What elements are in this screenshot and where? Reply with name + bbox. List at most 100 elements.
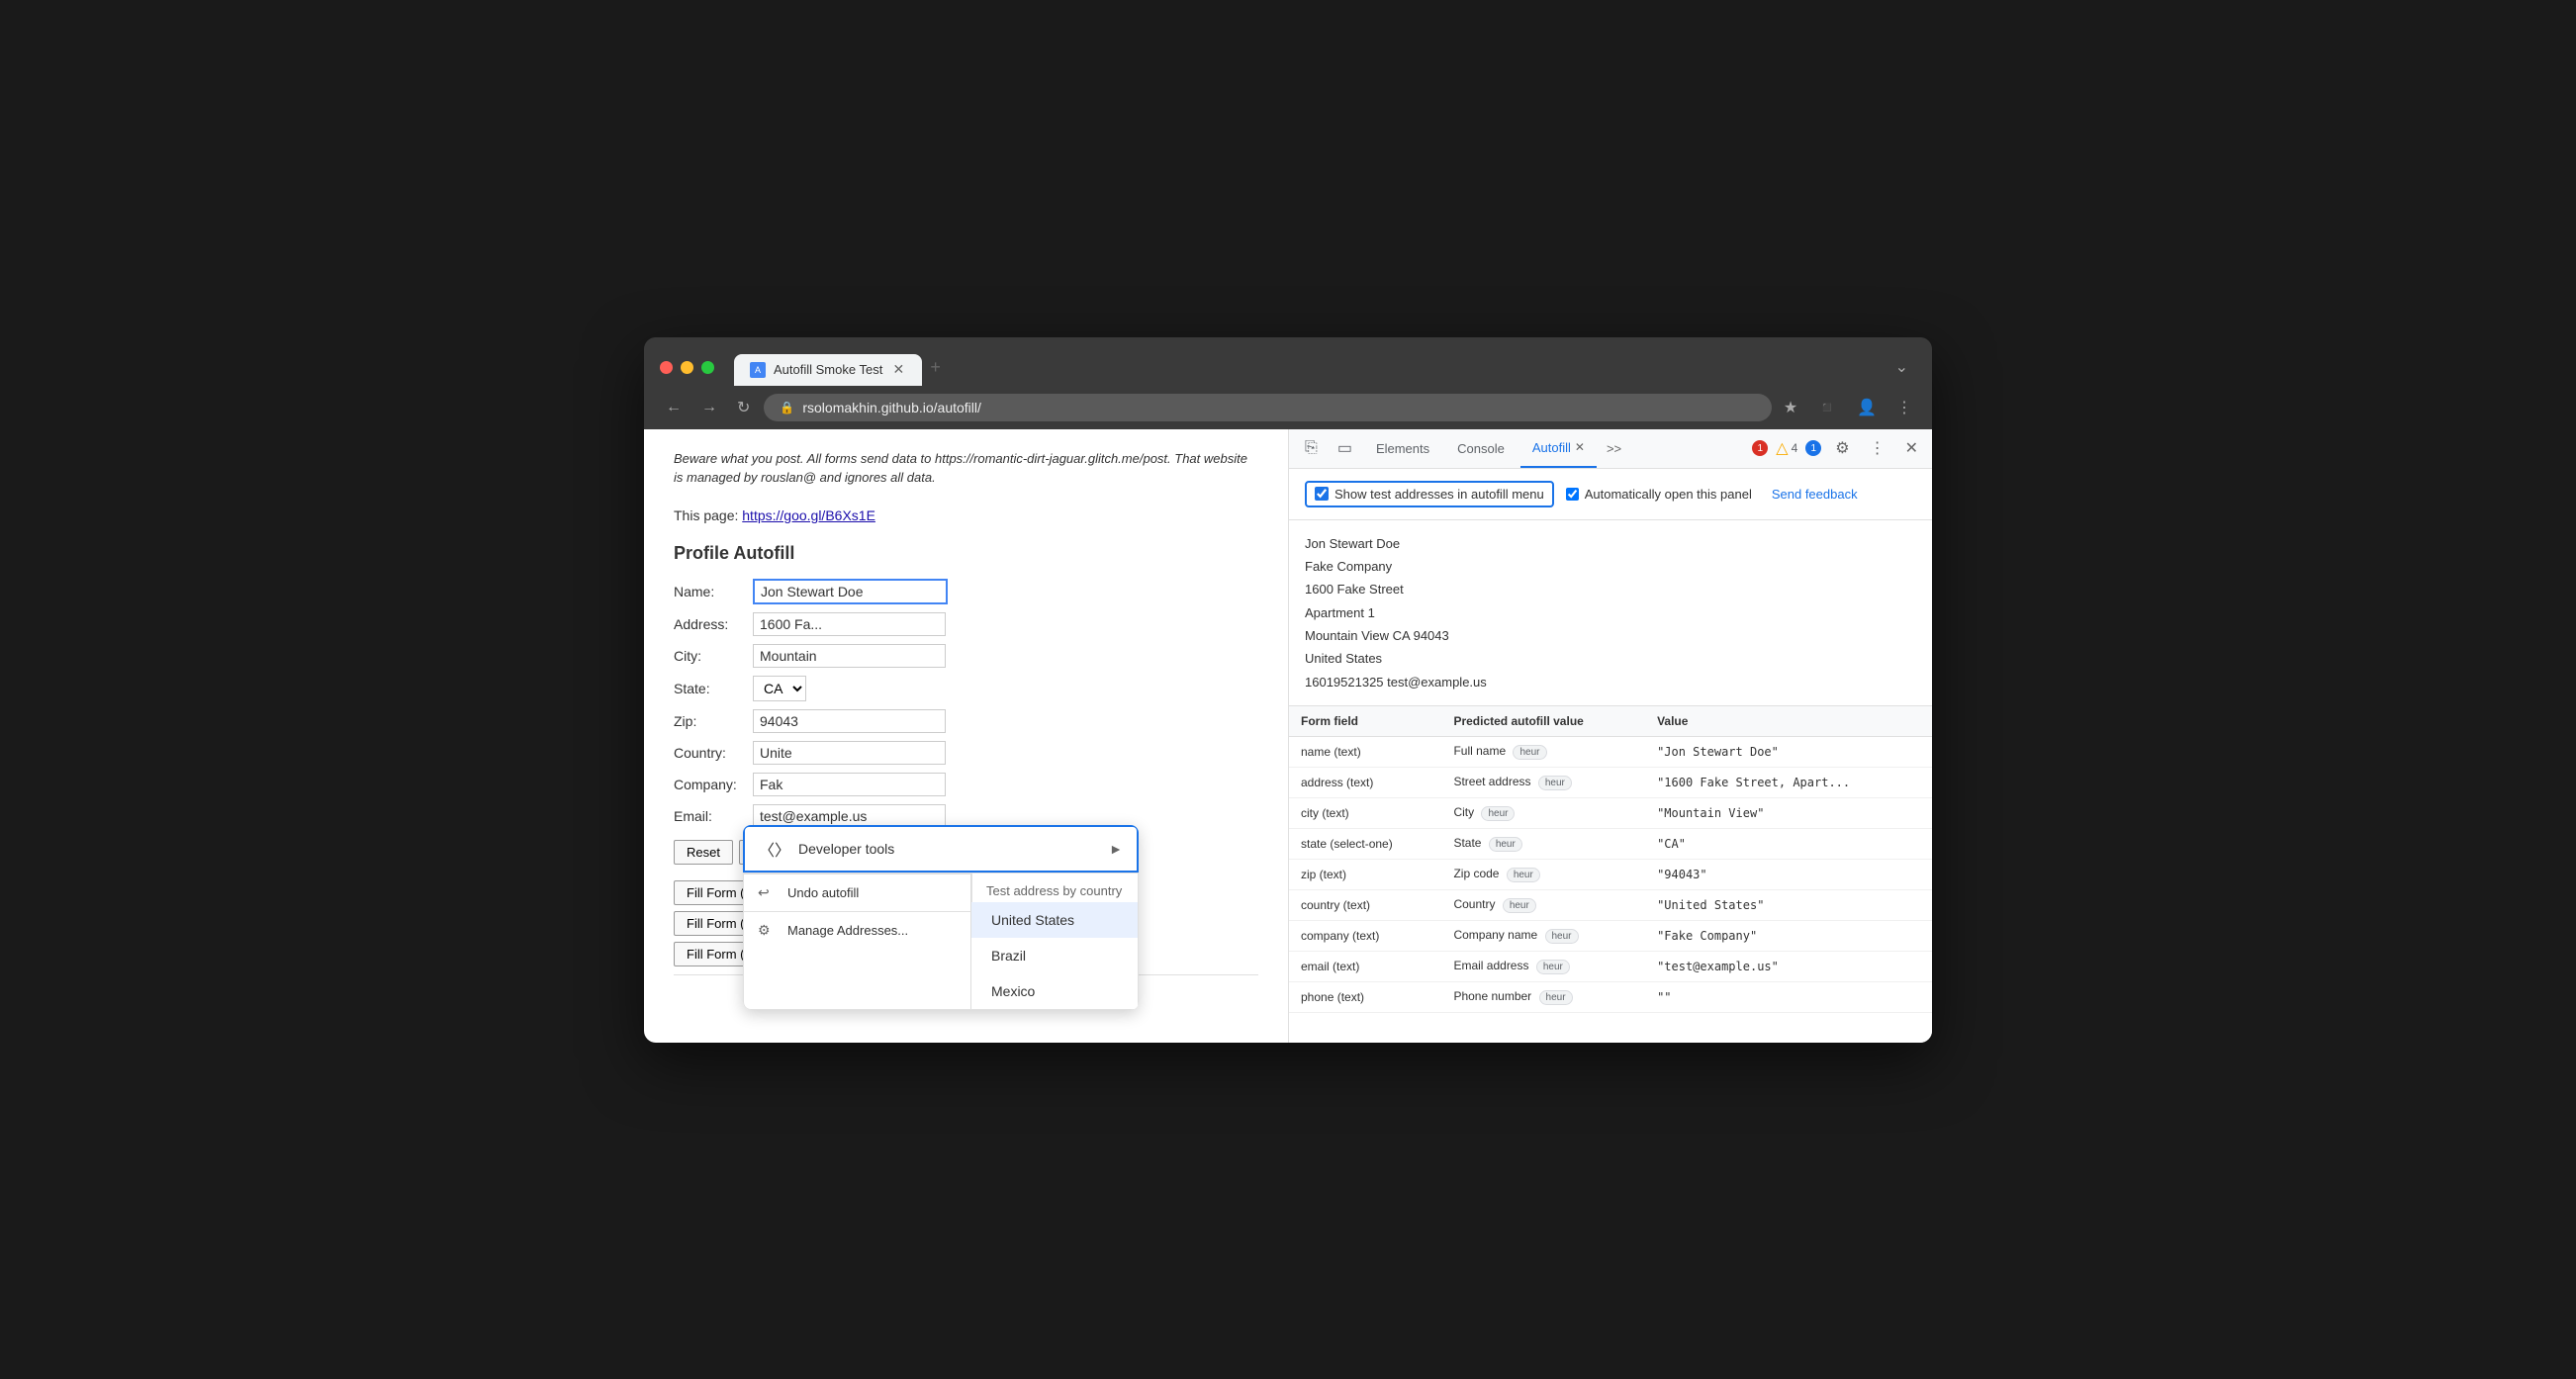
field-cell: company (text) [1289, 921, 1441, 952]
form-city-row: City: [674, 644, 1258, 668]
undo-autofill-item[interactable]: ↩ Undo autofill [744, 874, 970, 911]
field-cell: phone (text) [1289, 982, 1441, 1013]
close-traffic-light[interactable] [660, 361, 673, 374]
warning-icon: △ [1776, 438, 1788, 458]
security-icon: 🔒 [780, 401, 794, 414]
country-mexico[interactable]: Mexico [971, 973, 1138, 1009]
back-button[interactable]: ← [660, 395, 688, 420]
tabs-area: A Autofill Smoke Test ✕ + [734, 349, 1876, 386]
heur-badge: heur [1489, 837, 1522, 852]
zip-label: Zip: [674, 713, 753, 729]
more-tabs-button[interactable]: >> [1601, 437, 1627, 460]
predicted-cell: Street address heur [1441, 768, 1645, 798]
field-cell: state (select-one) [1289, 829, 1441, 860]
title-bar: A Autofill Smoke Test ✕ + ⌄ [644, 337, 1932, 386]
profile-icon[interactable]: 👤 [1853, 394, 1881, 421]
value-cell: "Jon Stewart Doe" [1645, 737, 1932, 768]
page-link-row: This page: https://goo.gl/B6Xs1E [674, 507, 1258, 523]
auto-open-label: Automatically open this panel [1585, 487, 1752, 502]
warning-text: Beware what you post. All forms send dat… [674, 449, 1258, 488]
tab-title: Autofill Smoke Test [774, 362, 882, 377]
devtools-close-button[interactable]: ✕ [1899, 434, 1924, 462]
warning-badge: △ 4 [1776, 438, 1797, 458]
devtools-device-icon[interactable]: ▭ [1330, 434, 1360, 462]
table-row: state (select-one) State heur "CA" [1289, 829, 1932, 860]
page-link-prefix: This page: [674, 507, 738, 523]
bookmark-icon[interactable]: ★ [1780, 394, 1801, 421]
country-brazil[interactable]: Brazil [971, 938, 1138, 973]
predicted-cell: Phone number heur [1441, 982, 1645, 1013]
country-input[interactable] [753, 741, 946, 765]
minimize-traffic-light[interactable] [681, 361, 693, 374]
address-input[interactable]: 🔒 rsolomakhin.github.io/autofill/ [764, 394, 1771, 421]
value-cell: "Fake Company" [1645, 921, 1932, 952]
auto-open-checkbox-label[interactable]: Automatically open this panel [1566, 487, 1752, 502]
show-test-checkbox-label[interactable]: Show test addresses in autofill menu [1305, 481, 1554, 507]
dropdown-left-panel: ↩ Undo autofill ⚙ Manage Addresses... [743, 873, 970, 1010]
devtools-inspect-icon[interactable]: ⎘ [1297, 435, 1326, 461]
address-line-7: 16019521325 test@example.us [1305, 671, 1916, 693]
form-name-row: Name: [674, 579, 1258, 604]
value-cell: "CA" [1645, 829, 1932, 860]
address-input[interactable] [753, 612, 946, 636]
section-title: Profile Autofill [674, 543, 1258, 564]
page-link[interactable]: https://goo.gl/B6Xs1E [742, 507, 875, 523]
developer-tools-header[interactable]: 〈〉 Developer tools ► [743, 825, 1139, 873]
tab-console[interactable]: Console [1445, 429, 1517, 468]
address-card: Jon Stewart Doe Fake Company 1600 Fake S… [1289, 520, 1932, 707]
forward-button[interactable]: → [695, 395, 723, 420]
reload-button[interactable]: ↻ [731, 394, 756, 421]
email-label: Email: [674, 808, 753, 824]
col-predicted: Predicted autofill value [1441, 706, 1645, 737]
more-options-icon[interactable]: ⋮ [1864, 434, 1891, 462]
checkbox-row: Show test addresses in autofill menu Aut… [1305, 481, 1916, 507]
extension-icon[interactable]: ◾ [1813, 394, 1841, 421]
address-line-4: Apartment 1 [1305, 601, 1916, 624]
state-label: State: [674, 681, 753, 696]
send-feedback-link[interactable]: Send feedback [1772, 487, 1858, 502]
table-row: name (text) Full name heur "Jon Stewart … [1289, 737, 1932, 768]
field-cell: country (text) [1289, 890, 1441, 921]
field-cell: name (text) [1289, 737, 1441, 768]
field-cell: address (text) [1289, 768, 1441, 798]
show-test-label: Show test addresses in autofill menu [1334, 487, 1544, 502]
name-label: Name: [674, 584, 753, 599]
tab-close-button[interactable]: ✕ [890, 362, 906, 378]
state-select[interactable]: CA [753, 676, 806, 701]
value-cell: "94043" [1645, 860, 1932, 890]
maximize-traffic-light[interactable] [701, 361, 714, 374]
reset-button[interactable]: Reset [674, 840, 733, 865]
company-input[interactable] [753, 773, 946, 796]
table-row: company (text) Company name heur "Fake C… [1289, 921, 1932, 952]
table-row: phone (text) Phone number heur "" [1289, 982, 1932, 1013]
tab-autofill[interactable]: Autofill ✕ [1520, 429, 1597, 468]
name-input[interactable] [753, 579, 948, 604]
predicted-cell: City heur [1441, 798, 1645, 829]
message-icon: 1 [1805, 440, 1821, 456]
manage-addresses-item[interactable]: ⚙ Manage Addresses... [744, 912, 970, 949]
menu-icon[interactable]: ⋮ [1892, 394, 1916, 421]
browser-tab[interactable]: A Autofill Smoke Test ✕ [734, 354, 922, 386]
form-company-row: Company: [674, 773, 1258, 796]
value-cell: "Mountain View" [1645, 798, 1932, 829]
field-cell: zip (text) [1289, 860, 1441, 890]
show-test-checkbox[interactable] [1315, 487, 1329, 501]
col-value: Value [1645, 706, 1932, 737]
form-zip-row: Zip: [674, 709, 1258, 733]
error-badge: 1 [1752, 440, 1768, 456]
devtools-status: 1 △ 4 1 ⚙ ⋮ ✕ [1752, 434, 1924, 462]
zip-input[interactable] [753, 709, 946, 733]
settings-icon[interactable]: ⚙ [1829, 434, 1855, 462]
tab-elements[interactable]: Elements [1364, 429, 1441, 468]
email-input[interactable] [753, 804, 946, 828]
autofill-tab-close[interactable]: ✕ [1575, 440, 1585, 454]
devtools-panel: ⎘ ▭ Elements Console Autofill ✕ >> 1 △ 4 [1288, 429, 1932, 1043]
country-united-states[interactable]: United States [971, 902, 1138, 938]
new-tab-button[interactable]: + [922, 349, 949, 386]
address-label: Address: [674, 616, 753, 632]
city-input[interactable] [753, 644, 946, 668]
form-state-row: State: CA [674, 676, 1258, 701]
message-badge: 1 [1805, 440, 1821, 456]
chevron-down-icon[interactable]: ⌄ [1887, 353, 1916, 381]
auto-open-checkbox[interactable] [1566, 488, 1579, 501]
